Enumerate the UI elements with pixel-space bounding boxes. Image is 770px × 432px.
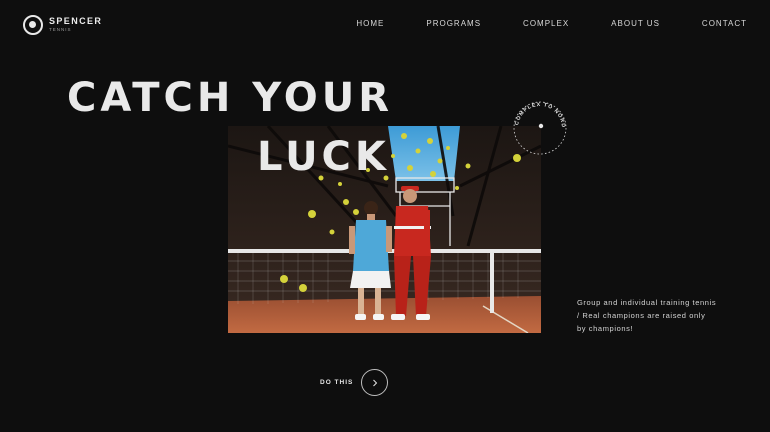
- nav-item-contact[interactable]: CONTACT: [702, 19, 747, 28]
- hero-headline: CATCH YOUR LUCK: [67, 78, 393, 177]
- headline-line-1: CATCH YOUR: [67, 75, 394, 121]
- nav-item-home[interactable]: HOME: [356, 19, 384, 28]
- brand-name: SPENCER: [49, 16, 103, 27]
- cta-circle[interactable]: [361, 369, 389, 396]
- complex-badge[interactable]: COMPLEX TO NORD: [508, 96, 572, 160]
- chevron-right-icon: [373, 379, 378, 386]
- badge-dot-icon: [538, 123, 544, 129]
- brand-logo[interactable]: SPENCER TENNIS: [23, 15, 102, 35]
- brand-subtitle: TENNIS: [49, 27, 72, 33]
- headline-line-2: LUCK: [257, 134, 390, 180]
- brand-text: SPENCER TENNIS: [49, 17, 102, 33]
- nav-item-complex[interactable]: COMPLEX: [523, 19, 569, 28]
- nav-item-about-us[interactable]: ABOUT US: [611, 19, 660, 28]
- cta-label: DO THIS: [320, 379, 354, 386]
- main-nav: HOME PROGRAMS COMPLEX ABOUT US CONTACT: [356, 19, 747, 28]
- page: SPENCER TENNIS HOME PROGRAMS COMPLEX ABO…: [0, 0, 770, 432]
- tennis-ball-logo-icon: [23, 15, 43, 35]
- do-this-button[interactable]: DO THIS: [320, 369, 389, 396]
- nav-item-programs[interactable]: PROGRAMS: [426, 19, 481, 28]
- hero-description: Group and individual training tennis / R…: [577, 298, 717, 333]
